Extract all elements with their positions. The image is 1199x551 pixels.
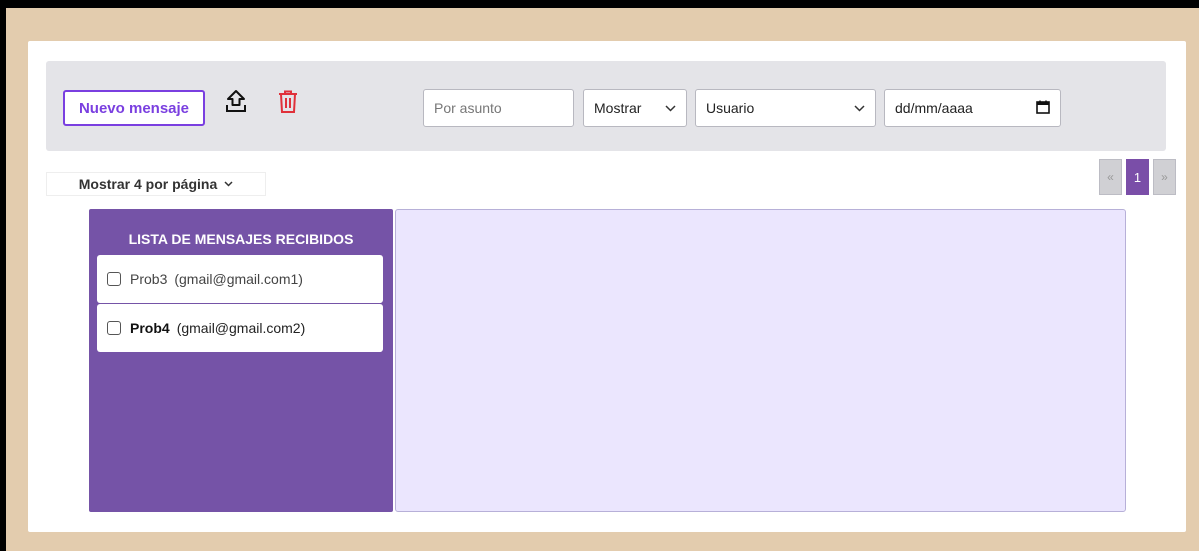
per-page-dropdown[interactable]: Mostrar 4 por página <box>46 172 266 196</box>
pagination-page-1[interactable]: 1 <box>1126 159 1149 195</box>
trash-icon[interactable] <box>275 87 301 117</box>
chevron-down-icon <box>854 101 865 115</box>
inbox-sidebar: LISTA DE MENSAJES RECIBIDOS Prob3 (gmail… <box>89 209 393 512</box>
message-subject: Prob3 <box>130 271 168 287</box>
pagination-next[interactable]: » <box>1153 159 1176 195</box>
show-select[interactable]: Mostrar <box>583 89 687 127</box>
show-select-value: Mostrar <box>594 100 642 116</box>
toolbar: Nuevo mensaje Mostrar <box>46 61 1166 151</box>
message-content-area <box>395 209 1126 512</box>
new-message-button[interactable]: Nuevo mensaje <box>63 90 205 126</box>
per-page-label: Mostrar 4 por página <box>78 176 218 192</box>
main-panel: Nuevo mensaje Mostrar <box>28 41 1186 532</box>
message-subject: Prob4 <box>130 320 170 336</box>
chevron-down-icon <box>665 101 676 115</box>
upload-icon[interactable] <box>222 86 250 116</box>
subject-search-field[interactable] <box>423 89 574 127</box>
date-field-placeholder: dd/mm/aaaa <box>895 100 973 116</box>
chevron-down-icon <box>224 181 233 187</box>
message-sender: (gmail@gmail.com2) <box>176 320 306 336</box>
message-item[interactable]: Prob3 (gmail@gmail.com1) <box>97 255 383 303</box>
message-checkbox[interactable] <box>107 321 121 335</box>
pagination: « 1 » <box>1099 159 1176 195</box>
calendar-icon[interactable] <box>1036 100 1050 117</box>
message-checkbox[interactable] <box>107 272 121 286</box>
pagination-prev[interactable]: « <box>1099 159 1122 195</box>
date-field[interactable]: dd/mm/aaaa <box>884 89 1061 127</box>
message-sender: (gmail@gmail.com1) <box>174 271 303 287</box>
message-item[interactable]: Prob4 (gmail@gmail.com2) <box>97 304 383 352</box>
inbox-title: LISTA DE MENSAJES RECIBIDOS <box>128 231 354 247</box>
page-background: Nuevo mensaje Mostrar <box>6 8 1199 551</box>
user-select[interactable]: Usuario <box>695 89 876 127</box>
subject-search-input[interactable] <box>434 100 563 116</box>
user-select-value: Usuario <box>706 100 755 116</box>
